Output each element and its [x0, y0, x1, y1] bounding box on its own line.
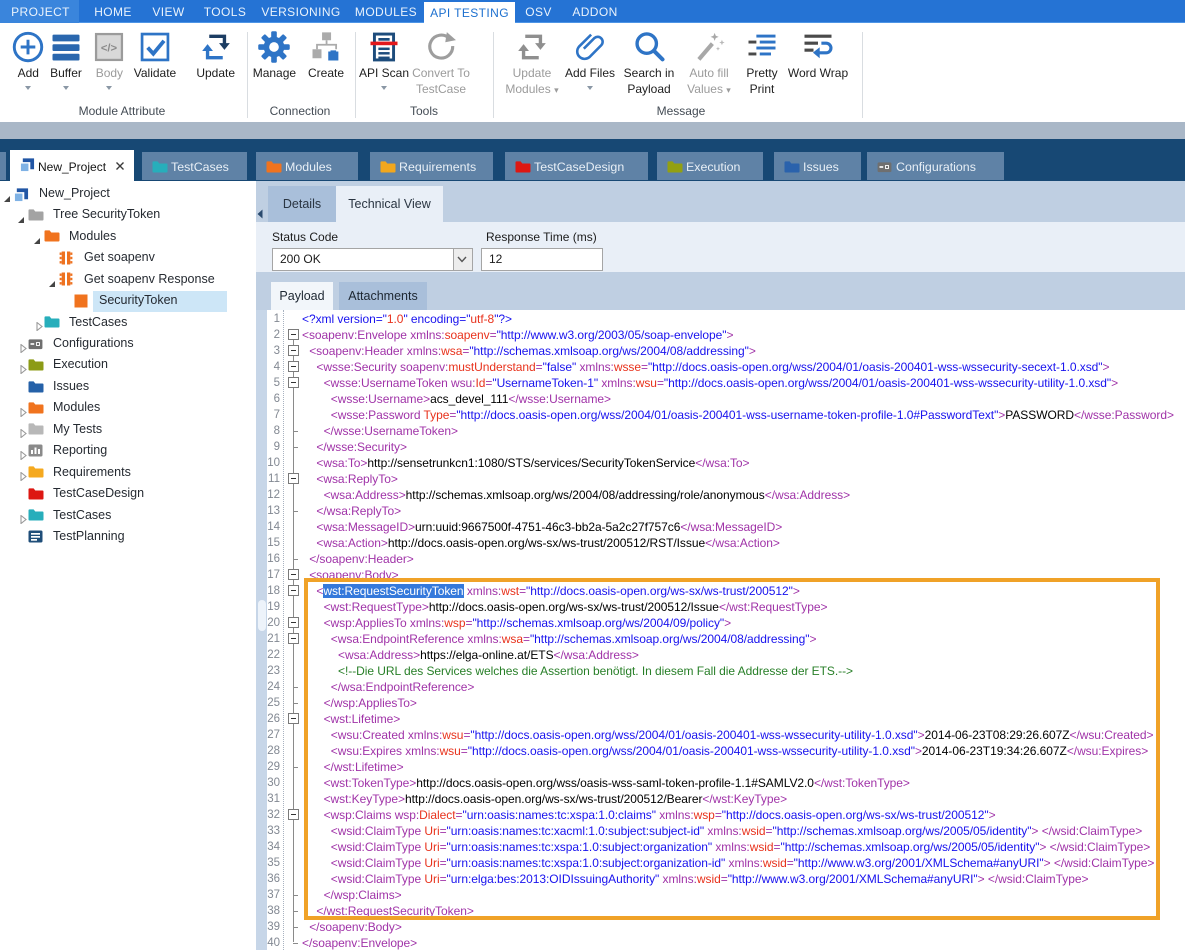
svg-text:</>: </> [101, 43, 118, 55]
